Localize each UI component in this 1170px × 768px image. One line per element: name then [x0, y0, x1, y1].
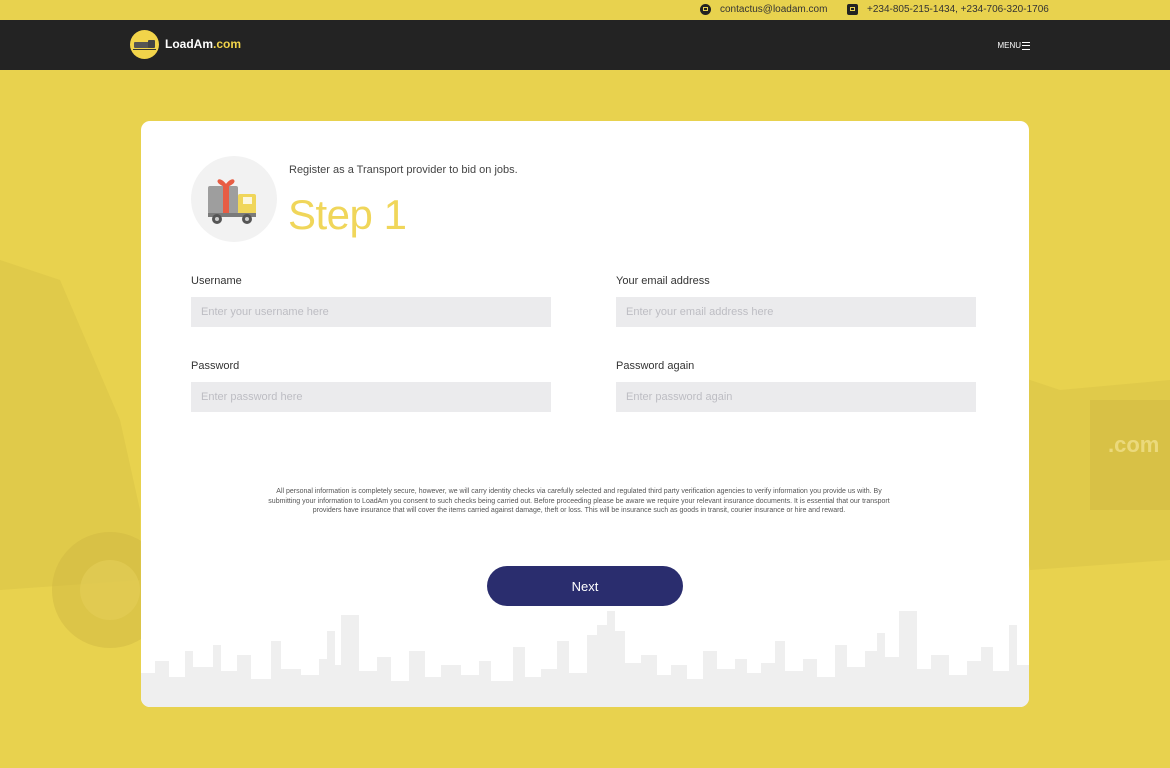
username-input[interactable]	[191, 297, 551, 327]
email-label: Your email address	[616, 275, 710, 287]
brand-name[interactable]: LoadAm.com	[165, 37, 241, 51]
contact-phone[interactable]: +234-805-215-1434, +234-706-320-1706	[847, 4, 1049, 15]
next-button[interactable]: Next	[487, 566, 683, 606]
envelope-icon	[700, 4, 711, 15]
password-input[interactable]	[191, 382, 551, 412]
phone-icon	[847, 4, 858, 15]
menu-label: MENU	[997, 41, 1021, 50]
menu-button[interactable]: MENU	[997, 41, 1030, 50]
password-again-label: Password again	[616, 360, 695, 372]
username-label: Username	[191, 275, 242, 287]
brand-name-suffix: .com	[213, 37, 242, 51]
delivery-truck-icon	[191, 156, 277, 242]
step-subtitle: Register as a Transport provider to bid …	[289, 164, 518, 176]
contact-email-text: contactus@loadam.com	[720, 4, 828, 15]
password-label: Password	[191, 360, 240, 372]
contact-phone-text: +234-805-215-1434, +234-706-320-1706	[867, 4, 1049, 15]
password-again-input[interactable]	[616, 382, 976, 412]
brand-name-main: LoadAm	[165, 37, 213, 51]
city-skyline-decoration	[141, 611, 1029, 707]
contact-email[interactable]: contactus@loadam.com	[700, 4, 827, 15]
hamburger-icon	[1022, 41, 1030, 50]
privacy-disclaimer: All personal information is completely s…	[268, 488, 890, 515]
svg-text:.com: .com	[1108, 432, 1159, 457]
logo-truck-icon[interactable]	[130, 30, 159, 59]
navbar: LoadAm.com MENU	[0, 20, 1170, 70]
contact-bar: contactus@loadam.com +234-805-215-1434, …	[0, 0, 1170, 20]
step-title: Step 1	[288, 191, 407, 238]
registration-card: Register as a Transport provider to bid …	[141, 121, 1029, 707]
email-input[interactable]	[616, 297, 976, 327]
